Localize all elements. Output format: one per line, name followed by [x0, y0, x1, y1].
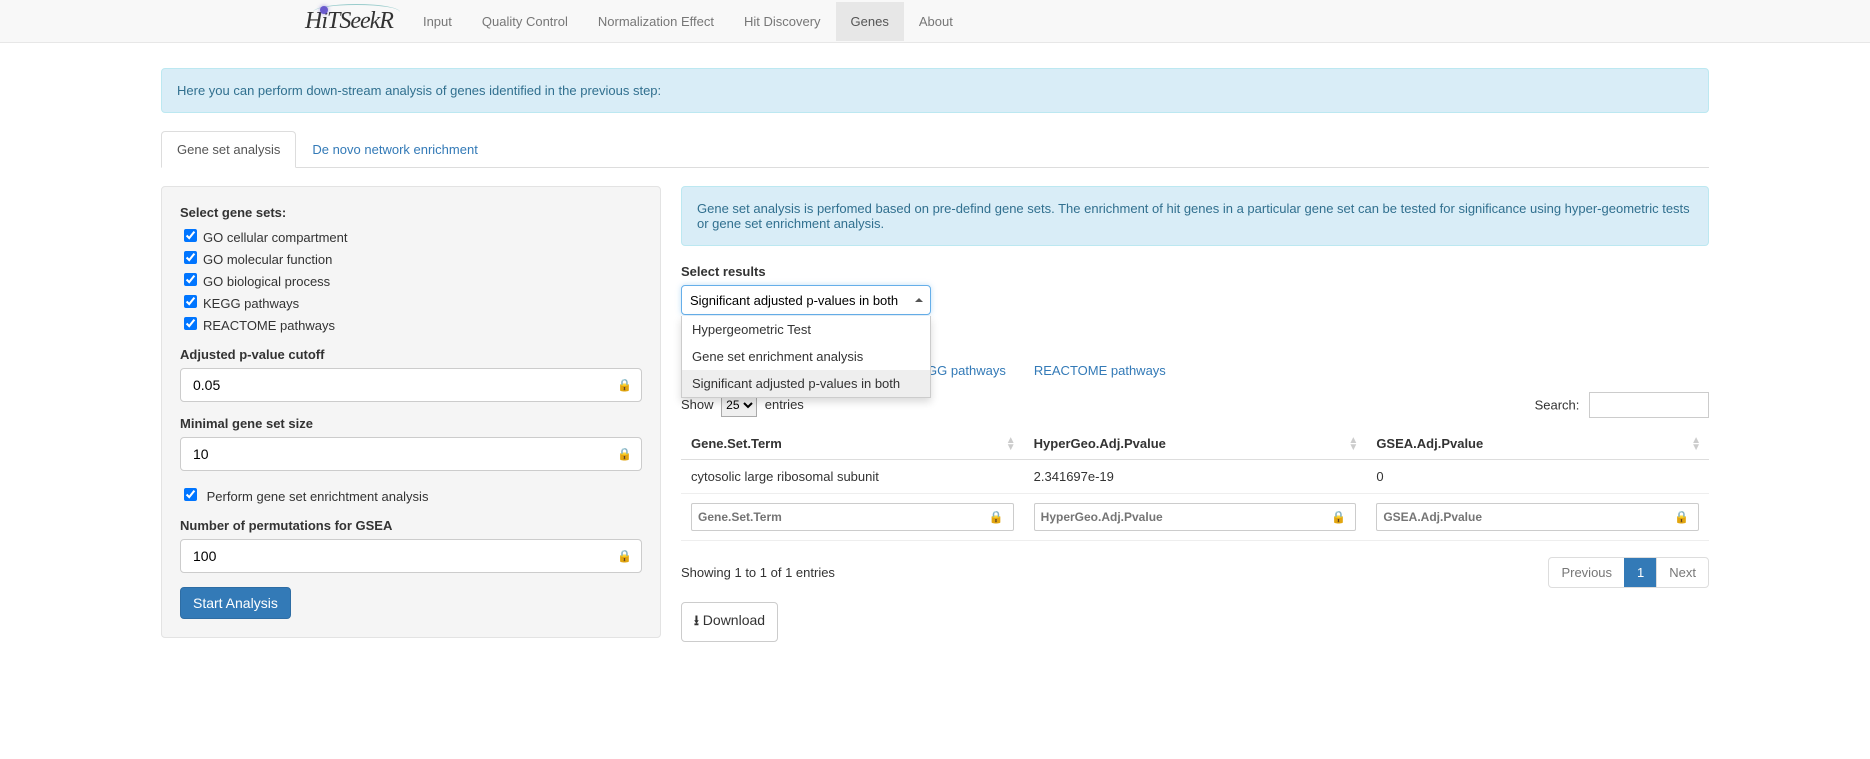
caret-up-icon — [915, 298, 923, 302]
select-results-input[interactable] — [681, 285, 931, 315]
checkbox-go-biological[interactable]: GO biological process — [180, 274, 330, 289]
combo-option-both[interactable]: Significant adjusted p-values in both — [682, 370, 930, 397]
main-panel: Gene set analysis is perfomed based on p… — [681, 186, 1709, 642]
sort-icon: ▲▼ — [1348, 437, 1358, 451]
checkbox-go-cellular[interactable]: GO cellular compartment — [180, 230, 348, 245]
table-search-input[interactable] — [1589, 392, 1709, 418]
results-table: Gene.Set.Term ▲▼ HyperGeo.Adj.Pvalue ▲▼ … — [681, 428, 1709, 541]
checkbox-perform-gsea[interactable]: Perform gene set enrichtment analysis — [180, 489, 428, 504]
col-header-hyper[interactable]: HyperGeo.Adj.Pvalue ▲▼ — [1024, 428, 1367, 460]
table-filter-row: 🔒 🔒 🔒 — [681, 494, 1709, 541]
col-header-term[interactable]: Gene.Set.Term ▲▼ — [681, 428, 1024, 460]
pagination: Previous 1 Next — [1548, 557, 1709, 588]
brand-logo: HiTSeekR — [305, 0, 408, 42]
table-search-control: Search: — [1535, 392, 1709, 418]
pvalue-cutoff-input[interactable] — [180, 368, 642, 402]
checkbox-go-molecular[interactable]: GO molecular function — [180, 252, 332, 267]
col-header-gsea[interactable]: GSEA.Adj.Pvalue ▲▼ — [1366, 428, 1709, 460]
min-gene-set-size-input[interactable] — [180, 437, 642, 471]
gsea-permutations-label: Number of permutations for GSEA — [180, 518, 642, 533]
select-results-combo[interactable]: Hypergeometric Test Gene set enrichment … — [681, 285, 931, 315]
tab-de-novo-network-enrichment[interactable]: De novo network enrichment — [296, 131, 493, 168]
pager-page-1[interactable]: 1 — [1624, 558, 1656, 587]
nav-item-hit-discovery[interactable]: Hit Discovery — [729, 2, 836, 41]
brand-text: HiTSeekR — [305, 8, 393, 35]
nav-item-about[interactable]: About — [904, 2, 968, 41]
combo-option-hypergeometric[interactable]: Hypergeometric Test — [682, 316, 930, 343]
nav-item-genes[interactable]: Genes — [836, 2, 904, 41]
analysis-tab-nav: Gene set analysis De novo network enrich… — [161, 131, 1709, 168]
sidebar-panel: Select gene sets: GO cellular compartmen… — [161, 186, 661, 638]
start-analysis-button[interactable]: Start Analysis — [180, 587, 291, 619]
nav-item-quality-control[interactable]: Quality Control — [467, 2, 583, 41]
nav-item-normalization-effect[interactable]: Normalization Effect — [583, 2, 729, 41]
sort-icon: ▲▼ — [1691, 437, 1701, 451]
download-button[interactable]: ⭳ Download — [681, 602, 778, 642]
checkbox-kegg[interactable]: KEGG pathways — [180, 296, 299, 311]
top-navbar: HiTSeekR Input Quality Control Normaliza… — [0, 0, 1870, 43]
select-gene-sets-label: Select gene sets: — [180, 205, 642, 220]
cell-gsea: 0 — [1366, 460, 1709, 494]
pager-next[interactable]: Next — [1656, 558, 1708, 587]
tab-gene-set-analysis[interactable]: Gene set analysis — [161, 131, 296, 168]
pvalue-cutoff-label: Adjusted p-value cutoff — [180, 347, 642, 362]
filter-term-input[interactable] — [691, 503, 1014, 531]
sort-icon: ▲▼ — [1006, 437, 1016, 451]
nav-item-input[interactable]: Input — [408, 2, 467, 41]
select-results-dropdown: Hypergeometric Test Gene set enrichment … — [681, 316, 931, 398]
checkbox-reactome[interactable]: REACTOME pathways — [180, 318, 335, 333]
cell-hyper: 2.341697e-19 — [1024, 460, 1367, 494]
select-results-label: Select results — [681, 264, 1709, 279]
filter-hyper-input[interactable] — [1034, 503, 1357, 531]
intro-alert: Here you can perform down-stream analysi… — [161, 68, 1709, 113]
pager-previous[interactable]: Previous — [1549, 558, 1624, 587]
download-icon: ⭳ — [694, 612, 699, 628]
table-row: cytosolic large ribosomal subunit 2.3416… — [681, 460, 1709, 494]
cell-term: cytosolic large ribosomal subunit — [681, 460, 1024, 494]
main-info-alert: Gene set analysis is perfomed based on p… — [681, 186, 1709, 246]
main-nav: Input Quality Control Normalization Effe… — [408, 2, 968, 41]
combo-option-gsea[interactable]: Gene set enrichment analysis — [682, 343, 930, 370]
gsea-permutations-input[interactable] — [180, 539, 642, 573]
min-gene-set-size-label: Minimal gene set size — [180, 416, 642, 431]
filter-gsea-input[interactable] — [1376, 503, 1699, 531]
showing-entries-text: Showing 1 to 1 of 1 entries — [681, 565, 835, 580]
result-tab-reactome[interactable]: REACTOME pathways — [1034, 363, 1166, 378]
